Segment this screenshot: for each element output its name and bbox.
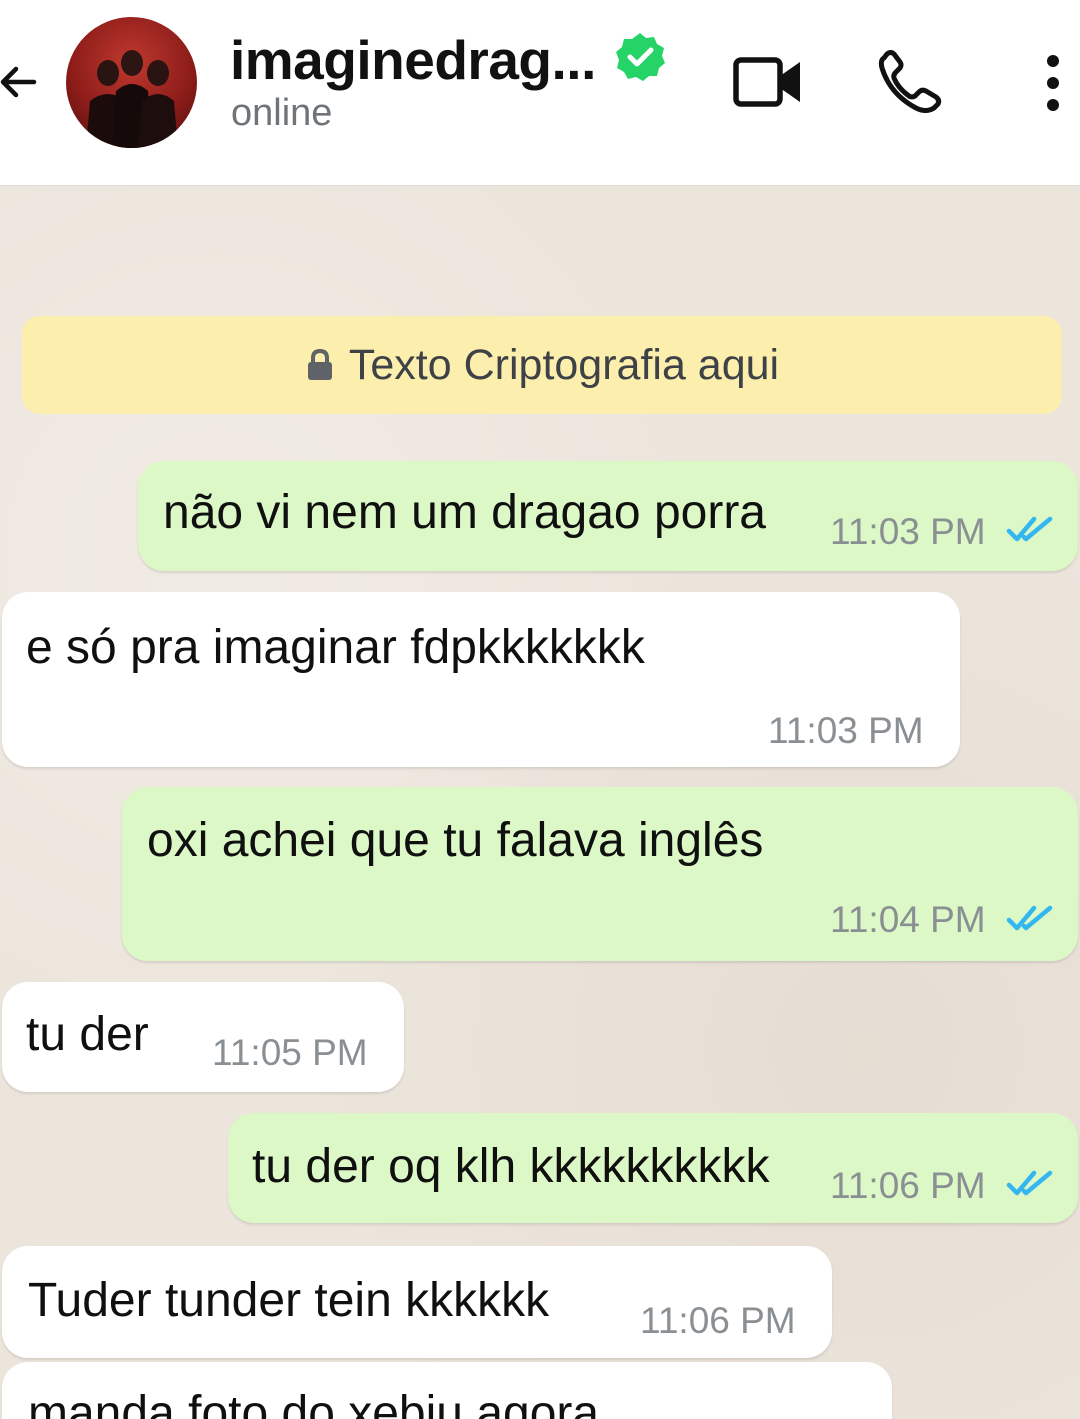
encryption-notice[interactable]: Texto Criptografia aqui xyxy=(22,316,1062,414)
message-text: tu der xyxy=(26,1008,149,1061)
message-bubble-outgoing[interactable]: oxi achei que tu falava inglês 11:04 PM xyxy=(122,787,1078,961)
message-bubble-incoming[interactable]: e só pra imaginar fdpkkkkkkk 11:03 PM xyxy=(2,592,960,767)
message-text: oxi achei que tu falava inglês xyxy=(147,814,764,867)
voice-call-icon[interactable] xyxy=(876,50,944,116)
more-options-icon[interactable] xyxy=(1036,52,1070,114)
contact-name[interactable]: imaginedrag... xyxy=(230,28,596,92)
message-text: tu der oq klh kkkkkkkkkk xyxy=(252,1140,770,1193)
message-time: 11:06 PM xyxy=(640,1300,796,1341)
contact-status: online xyxy=(231,92,333,134)
message-text: manda foto do xebiu agora xyxy=(28,1387,600,1419)
read-receipt-icon xyxy=(1006,905,1053,931)
read-receipt-icon xyxy=(1006,516,1053,542)
message-bubble-outgoing[interactable]: tu der oq klh kkkkkkkkkk 11:06 PM xyxy=(228,1113,1078,1223)
message-time: 11:03 PM xyxy=(768,710,924,751)
message-text: e só pra imaginar fdpkkkkkkk xyxy=(26,621,645,674)
read-receipt-icon xyxy=(1006,1170,1053,1196)
message-bubble-incoming[interactable]: Tuder tunder tein kkkkkk 11:06 PM xyxy=(2,1246,832,1358)
message-bubble-incoming[interactable]: manda foto do xebiu agora xyxy=(2,1362,892,1419)
message-time: 11:06 PM xyxy=(830,1165,986,1206)
encryption-notice-text: Texto Criptografia aqui xyxy=(348,340,780,389)
message-bubble-outgoing[interactable]: não vi nem um dragao porra 11:03 PM xyxy=(138,461,1078,571)
message-bubble-incoming[interactable]: tu der 11:05 PM xyxy=(2,982,404,1092)
message-time: 11:05 PM xyxy=(212,1032,368,1073)
avatar[interactable] xyxy=(66,17,197,148)
message-time: 11:04 PM xyxy=(830,899,986,940)
band-photo xyxy=(86,50,178,148)
message-text: não vi nem um dragao porra xyxy=(163,486,766,539)
message-text: Tuder tunder tein kkkkkk xyxy=(28,1274,550,1327)
lock-icon xyxy=(307,348,332,380)
verified-badge-icon xyxy=(616,33,665,81)
chat-header: imaginedrag... online xyxy=(0,0,1080,185)
message-time: 11:03 PM xyxy=(830,511,986,552)
video-call-icon[interactable] xyxy=(732,54,804,110)
back-arrow-icon[interactable] xyxy=(0,58,42,106)
chat-area[interactable]: Texto Criptografia aqui não vi nem um dr… xyxy=(0,185,1080,1419)
